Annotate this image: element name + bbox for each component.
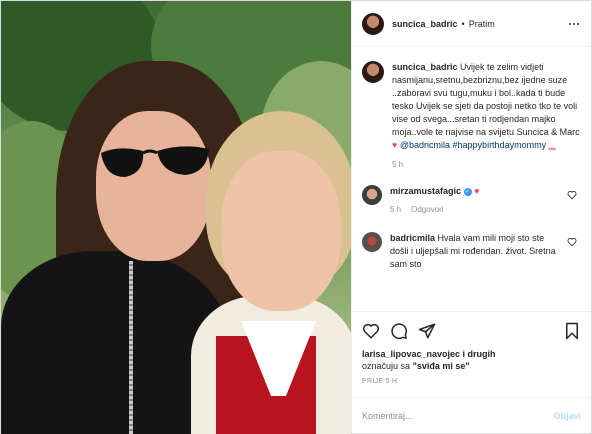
add-comment-bar: Objavi: [352, 397, 591, 433]
post-sidebar: suncica_badric • Pratim suncica_badric U…: [351, 1, 591, 433]
post-header: suncica_badric • Pratim: [352, 1, 591, 47]
caption-text: suncica_badric Uvijek te zelim vidjeti n…: [392, 61, 581, 152]
author-username[interactable]: suncica_badric: [392, 19, 458, 29]
caption-time: 5 h: [392, 160, 404, 169]
caption-body: Uvijek te zelim vidjeti nasmijanu,sretnu…: [392, 62, 580, 137]
following-button[interactable]: Pratim: [469, 19, 495, 29]
comment-like-icon[interactable]: [567, 190, 577, 200]
commenter-username[interactable]: badricmila: [390, 233, 435, 243]
caption-avatar[interactable]: [362, 61, 384, 83]
likes-label-prefix: označuju sa: [362, 361, 411, 371]
post-photo[interactable]: [1, 1, 351, 434]
caption-mention[interactable]: @badricmila: [400, 140, 450, 150]
caption-username[interactable]: suncica_badric: [392, 62, 458, 72]
post-actions: larisa_lipovac_navojec i drugih označuju…: [352, 311, 591, 385]
more-options-icon[interactable]: [567, 19, 581, 29]
commenter-avatar[interactable]: [362, 185, 382, 205]
bookmark-icon[interactable]: [563, 322, 581, 340]
post-timestamp[interactable]: PRIJE 5 H: [362, 378, 581, 385]
author-avatar[interactable]: [362, 12, 384, 35]
commenter-username[interactable]: mirzamustafagic: [390, 186, 461, 196]
caption-hashtag[interactable]: #happybirthdaymommy: [453, 140, 547, 150]
caption: suncica_badric Uvijek te zelim vidjeti n…: [362, 61, 581, 152]
likes-label-quote: "sviđa mi se": [412, 361, 470, 371]
comment-input[interactable]: [362, 410, 554, 421]
like-icon[interactable]: [362, 322, 380, 340]
post-comment-button[interactable]: Objavi: [553, 411, 581, 421]
red-heart-icon: ♥: [392, 140, 398, 150]
verified-badge-icon: ✓: [463, 187, 472, 196]
woman-left-face: [96, 111, 211, 261]
likes-summary: larisa_lipovac_navojec i drugih označuju…: [362, 348, 581, 372]
comment-time: 5 h: [390, 205, 402, 214]
commenter-avatar[interactable]: [362, 232, 382, 252]
woman-right-face: [221, 151, 341, 311]
likers-link[interactable]: larisa_lipovac_navojec i drugih: [362, 349, 496, 359]
red-heart-icon: ♥: [474, 186, 480, 196]
comment-icon[interactable]: [390, 322, 408, 340]
sunglasses: [101, 146, 209, 177]
comments-list[interactable]: suncica_badric Uvijek te zelim vidjeti n…: [352, 47, 591, 311]
share-icon[interactable]: [418, 322, 436, 340]
cake-icon: ▂: [548, 140, 556, 150]
comment-item: badricmila Hvala vam mili moji sto ste d…: [362, 232, 581, 271]
post-modal: suncica_badric • Pratim suncica_badric U…: [0, 0, 592, 434]
bag-chain: [129, 261, 133, 434]
separator-dot: •: [461, 18, 465, 29]
comment-item: mirzamustafagic ✓ ♥ 5 h Odgovori: [362, 185, 581, 216]
reply-button[interactable]: Odgovori: [411, 203, 443, 216]
comment-like-icon[interactable]: [567, 237, 577, 247]
